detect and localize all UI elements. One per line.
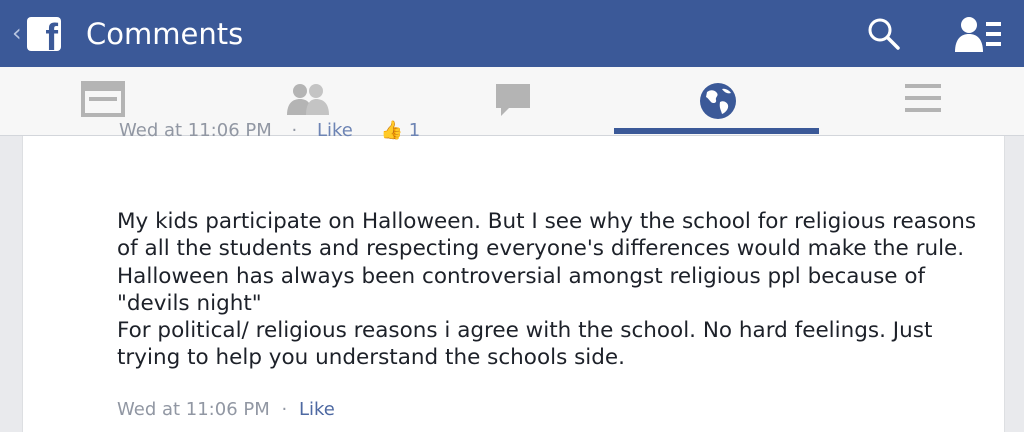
tab-messages[interactable] xyxy=(410,67,615,135)
comment-card: Wed at 11:06 PM · Like 👍 1 My kids parti… xyxy=(22,120,1005,432)
comment-meta: Wed at 11:06 PM · Like xyxy=(117,398,335,422)
back-chevron-icon[interactable]: ‹ xyxy=(12,18,26,48)
comment-text: My kids participate on Halloween. But I … xyxy=(117,209,977,371)
menu-icon xyxy=(904,84,941,112)
previous-comment-like-link[interactable]: Like xyxy=(317,120,353,141)
search-icon[interactable] xyxy=(866,16,902,52)
facebook-logo-letter: f xyxy=(45,17,58,51)
active-tab-indicator xyxy=(614,128,819,134)
tab-more[interactable] xyxy=(820,67,1024,135)
chat-bubble-icon xyxy=(495,84,530,116)
thumbs-up-icon: 👍 xyxy=(380,120,404,141)
page-title: Comments xyxy=(86,17,244,51)
globe-icon xyxy=(699,83,736,119)
like-link[interactable]: Like xyxy=(299,399,335,420)
comment-timestamp: Wed at 11:06 PM xyxy=(117,399,270,420)
previous-comment-timestamp: Wed at 11:06 PM xyxy=(119,120,272,141)
facebook-logo[interactable]: f xyxy=(27,17,61,51)
previous-comment-meta: Wed at 11:06 PM · Like 👍 1 xyxy=(119,120,420,142)
previous-comment-separator: · xyxy=(291,120,298,141)
tab-notifications[interactable] xyxy=(615,67,820,135)
friends-icon xyxy=(286,84,329,115)
top-bar: ‹ f Comments xyxy=(0,0,1024,67)
meta-separator: · xyxy=(281,399,288,420)
news-feed-icon xyxy=(80,81,125,117)
previous-comment-like-count: 1 xyxy=(408,120,421,141)
friends-list-icon[interactable] xyxy=(955,14,1003,54)
